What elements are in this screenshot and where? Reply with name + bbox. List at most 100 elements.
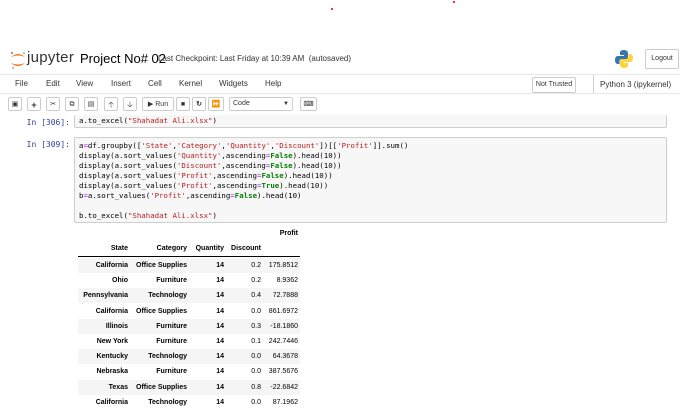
code-line: b=a.sort_values('Profit',ascending=False… — [79, 191, 302, 200]
cell-prompt: In [306]: — [26, 118, 70, 127]
chevron-down-icon: ▼ — [283, 101, 289, 107]
cell-profit: -18.1860 — [270, 322, 298, 330]
fast-forward-icon: ⏩ — [211, 101, 221, 108]
cell-quantity: 14 — [216, 383, 224, 391]
trust-button[interactable]: Not Trusted — [532, 77, 576, 93]
paste-button[interactable]: ▤ — [84, 97, 98, 111]
interrupt-button[interactable]: ■ — [176, 97, 190, 111]
cell-category: Furniture — [156, 338, 187, 345]
index-header-category: Category — [156, 245, 187, 252]
restart-run-all-button[interactable]: ⏩ — [208, 97, 224, 111]
cell-profit: 64.3678 — [272, 353, 298, 361]
table-row: California Office Supplies 14 0.2 175.8512 — [78, 258, 300, 273]
python-kernel-icon — [615, 50, 633, 68]
checkpoint-text: Last Checkpoint: Last Friday at 10:39 AM — [158, 54, 305, 63]
cell-state: California — [95, 398, 128, 406]
autosave-status: (autosaved) — [308, 54, 352, 63]
menubar: File Edit View Insert Cell Kernel Widget… — [0, 74, 680, 94]
move-up-button[interactable]: 🡡 — [104, 97, 118, 111]
cell-category: Furniture — [156, 322, 187, 330]
menu-kernel[interactable]: Kernel — [179, 79, 202, 88]
move-down-button[interactable]: 🡣 — [123, 97, 137, 111]
run-label: Run — [155, 101, 169, 108]
menu-insert[interactable]: Insert — [111, 79, 131, 88]
cell-category: Furniture — [156, 277, 187, 285]
table-row: California Technology 14 0.0 87.1962 — [78, 395, 300, 410]
menu-file[interactable]: File — [15, 79, 28, 88]
cell-state: Texas — [108, 383, 128, 391]
cell-quantity: 14 — [216, 277, 224, 285]
cell-discount: 0.1 — [251, 338, 261, 345]
stop-icon: ■ — [180, 101, 186, 108]
cell-profit: 861.6972 — [268, 307, 298, 315]
code-line: a.to_excel("Shahadat Ali.xlsx") — [79, 116, 217, 125]
code-line: a=df.groupby(['State','Category','Quanti… — [79, 141, 409, 150]
cell-state: Illinois — [105, 322, 128, 330]
index-header-quantity: Quantity — [195, 245, 224, 252]
menu-view[interactable]: View — [76, 79, 93, 88]
cell-quantity: 14 — [216, 322, 224, 330]
copy-icon: ⧉ — [69, 101, 75, 108]
table-row: Ohio Furniture 14 0.2 8.9362 — [78, 273, 300, 288]
save-button[interactable]: ▣ — [8, 97, 22, 111]
restart-icon: ↻ — [196, 101, 202, 108]
cell-quantity: 14 — [216, 262, 224, 269]
save-icon: ▣ — [11, 101, 19, 108]
cell-discount: 0.3 — [251, 322, 261, 330]
menu-widgets[interactable]: Widgets — [219, 79, 248, 88]
table-header-rule — [78, 256, 300, 257]
cell-profit: 175.8512 — [268, 262, 298, 269]
kernel-indicator[interactable]: Python 3 (ipykernel) — [593, 75, 671, 94]
cell-type-value: Code — [233, 100, 250, 107]
notebook-title[interactable]: Project No# 02 — [80, 51, 166, 66]
cell-quantity: 14 — [216, 338, 224, 345]
cell-state: California — [95, 262, 128, 269]
cell-type-select[interactable]: Code ▼ — [229, 97, 293, 111]
cell-profit: 8.9362 — [276, 277, 298, 285]
cell-discount: 0.2 — [251, 277, 261, 285]
checkpoint-status: Last Checkpoint: Last Friday at 10:39 AM… — [158, 54, 351, 63]
code-cell-input[interactable]: a.to_excel("Shahadat Ali.xlsx") — [74, 115, 667, 128]
table-row: Nebraska Furniture 14 0.0 387.5676 — [78, 364, 300, 379]
paste-icon: ▤ — [87, 101, 95, 108]
cell-discount: 0.0 — [251, 353, 261, 361]
jupyter-wordmark: jupyter — [27, 49, 75, 66]
menu-cell[interactable]: Cell — [148, 79, 162, 88]
cell-prompt: In [309]: — [26, 140, 70, 149]
arrow-up-icon: 🡡 — [108, 100, 114, 109]
cell-state: Ohio — [112, 277, 128, 285]
index-header-state: State — [110, 245, 128, 252]
cell-quantity: 14 — [216, 292, 224, 300]
cut-button[interactable]: ✂ — [46, 97, 60, 111]
cell-profit: -22.6842 — [270, 383, 298, 391]
cell-category: Technology — [148, 353, 187, 361]
insert-cell-button[interactable]: + — [27, 97, 41, 111]
cell-quantity: 14 — [216, 398, 224, 406]
run-button[interactable]: ▶ Run — [142, 97, 174, 111]
cell-discount: 0.4 — [251, 292, 261, 300]
menu-edit[interactable]: Edit — [46, 79, 60, 88]
cell-category: Technology — [148, 398, 187, 406]
index-header-discount: Discount — [231, 245, 261, 252]
restart-button[interactable]: ↻ — [192, 97, 206, 111]
cell-category: Office Supplies — [136, 307, 187, 315]
cell-category: Office Supplies — [136, 383, 187, 391]
cell-profit: 87.1962 — [272, 398, 298, 406]
cell-category: Technology — [148, 292, 187, 300]
cell-quantity: 14 — [216, 368, 224, 376]
code-cell-input[interactable]: a=df.groupby(['State','Category','Quanti… — [74, 137, 667, 223]
keyboard-icon: ⌨ — [303, 101, 314, 108]
copy-button[interactable]: ⧉ — [65, 97, 79, 111]
jupyter-logo-icon[interactable] — [8, 50, 28, 70]
decoration-dot — [331, 8, 333, 10]
cell-state: Pennsylvania — [83, 292, 128, 300]
column-header-profit: Profit — [279, 230, 298, 237]
table-row: New York Furniture 14 0.1 242.7446 — [78, 334, 300, 349]
scissors-icon: ✂ — [50, 101, 56, 108]
logout-button[interactable]: Logout — [645, 49, 679, 69]
command-palette-button[interactable]: ⌨ — [300, 97, 317, 111]
cell-category: Furniture — [156, 368, 187, 376]
menu-help[interactable]: Help — [265, 79, 281, 88]
cell-discount: 0.8 — [251, 383, 261, 391]
plus-icon: + — [31, 100, 37, 110]
